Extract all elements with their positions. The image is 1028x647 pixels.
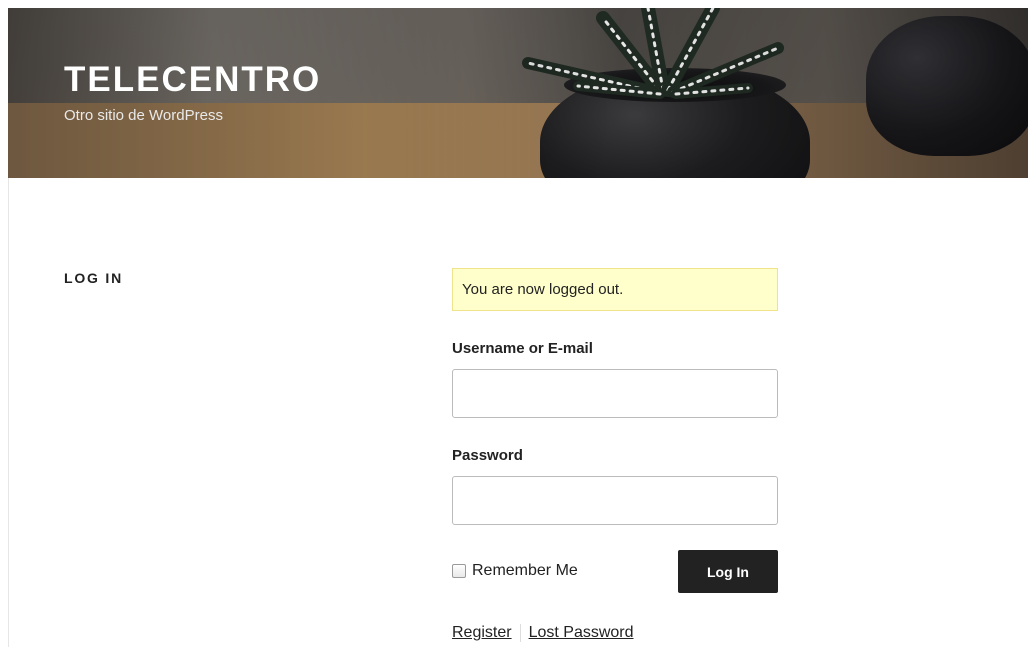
lost-password-link[interactable]: Lost Password	[529, 624, 634, 642]
site-description: Otro sitio de WordPress	[64, 107, 223, 124]
log-in-button[interactable]: Log In	[678, 550, 778, 593]
register-link[interactable]: Register	[452, 624, 512, 642]
link-separator	[519, 624, 521, 642]
password-field[interactable]	[452, 476, 778, 525]
remember-me-checkbox[interactable]	[452, 564, 466, 578]
page-title: LOG IN	[64, 270, 124, 286]
remember-me-label[interactable]: Remember Me	[472, 562, 578, 580]
remember-me[interactable]: Remember Me	[452, 562, 578, 580]
notice-text: You are now logged out.	[462, 281, 624, 298]
username-field[interactable]	[452, 369, 778, 418]
login-links: Register Lost Password	[452, 624, 634, 642]
logged-out-notice: You are now logged out.	[452, 268, 778, 311]
password-label: Password	[452, 447, 523, 464]
site-title[interactable]: TELECENTRO	[64, 60, 321, 100]
username-label: Username or E-mail	[452, 340, 593, 357]
